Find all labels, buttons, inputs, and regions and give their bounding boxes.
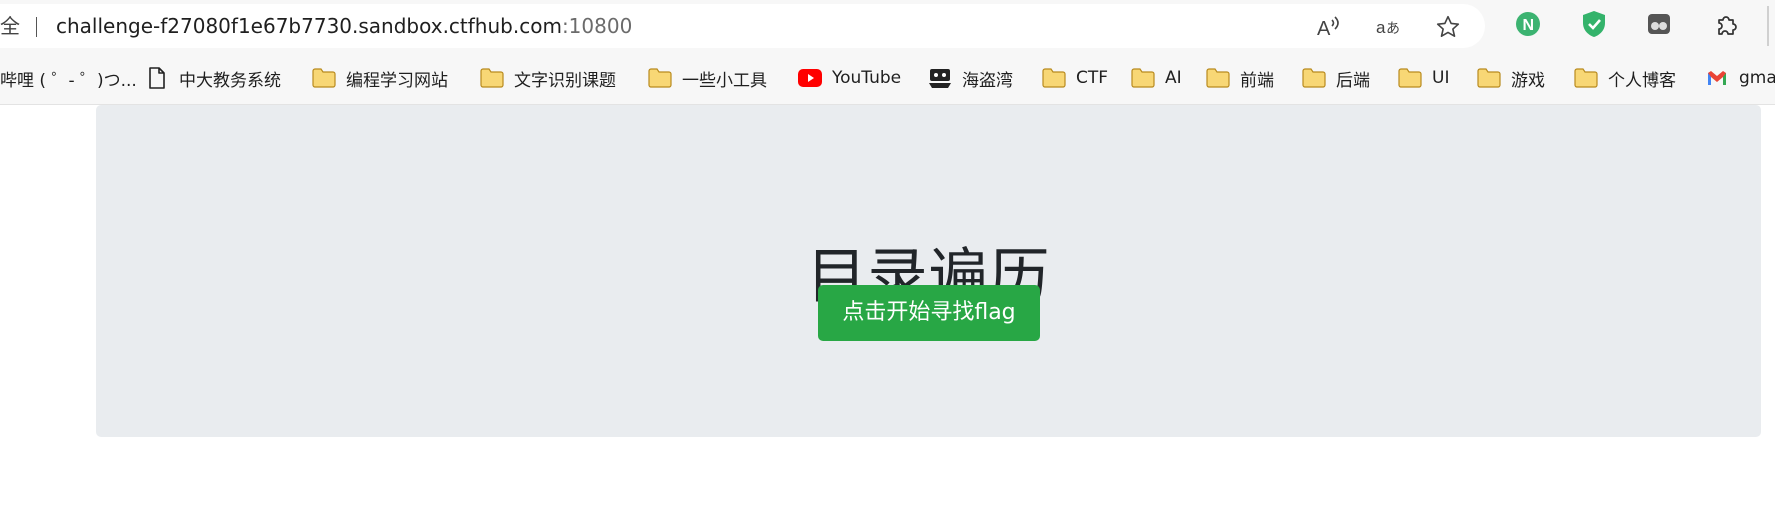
folder-icon [1477, 66, 1501, 90]
url-host: challenge-f27080f1e67b7730.sandbox.ctfhu… [56, 14, 562, 38]
svg-text:N: N [1523, 17, 1535, 34]
bookmark-folder-games[interactable]: 游戏 [1477, 52, 1545, 104]
bookmark-label: CTF [1076, 68, 1109, 88]
favorite-star-icon[interactable] [1433, 12, 1463, 42]
bookmark-label: 前端 [1240, 70, 1274, 91]
svg-text:あ: あ [1386, 21, 1400, 37]
bookmark-label: 哔哩 ( ゜- ゜)つ... [0, 70, 137, 91]
bookmark-folder-ocr[interactable]: 文字识别课题 [480, 52, 616, 104]
extension-app-icon[interactable] [1645, 10, 1673, 38]
toolbar-edge [1767, 6, 1769, 46]
folder-icon [312, 66, 336, 90]
folder-icon [1042, 66, 1066, 90]
svg-text:A: A [1317, 18, 1331, 40]
folder-icon [1398, 66, 1422, 90]
extension-n-icon[interactable]: N [1514, 10, 1542, 38]
bookmark-folder-frontend[interactable]: 前端 [1206, 52, 1274, 104]
bookmark-piratebay[interactable]: 海盗湾 [928, 52, 1013, 104]
translate-icon[interactable]: a あ [1374, 12, 1404, 42]
bookmark-label: 中大教务系统 [179, 70, 281, 91]
bookmark-folder-backend[interactable]: 后端 [1302, 52, 1370, 104]
gmail-icon [1705, 66, 1729, 90]
folder-icon [1206, 66, 1230, 90]
address-divider [36, 17, 37, 37]
bookmark-bilibili[interactable]: 哔哩 ( ゜- ゜)つ... [0, 52, 137, 104]
bookmark-label: gma [1739, 68, 1775, 88]
svg-text:a: a [1376, 18, 1386, 37]
page-icon [145, 66, 169, 90]
extensions-puzzle-icon[interactable] [1713, 10, 1741, 38]
bookmark-folder-ui[interactable]: UI [1398, 52, 1449, 104]
bookmark-sysu-jwxt[interactable]: 中大教务系统 [145, 52, 281, 104]
bookmark-label: 个人博客 [1608, 70, 1676, 91]
site-security-label[interactable]: 全 [0, 14, 20, 38]
folder-icon [1302, 66, 1326, 90]
jumbotron-panel: 目录遍历 点击开始寻找flag [96, 105, 1761, 437]
bookmarks-bar: 哔哩 ( ゜- ゜)つ... 中大教务系统 编程学习网站 文字识别课题 一些小工… [0, 52, 1775, 105]
folder-icon [648, 66, 672, 90]
youtube-icon [798, 66, 822, 90]
address-bar[interactable]: 全 challenge-f27080f1e67b7730.sandbox.ctf… [0, 4, 1485, 48]
folder-icon [1574, 66, 1598, 90]
bookmark-label: 文字识别课题 [514, 70, 616, 91]
pirate-ship-icon [928, 66, 952, 90]
bookmark-label: 后端 [1336, 70, 1370, 91]
bookmark-folder-blog[interactable]: 个人博客 [1574, 52, 1676, 104]
bookmark-youtube[interactable]: YouTube [798, 52, 901, 104]
folder-icon [480, 66, 504, 90]
bookmark-label: AI [1165, 68, 1182, 88]
bookmark-label: 一些小工具 [682, 70, 767, 91]
url-port: :10800 [561, 14, 633, 38]
url-text[interactable]: challenge-f27080f1e67b7730.sandbox.ctfhu… [56, 14, 632, 38]
bookmark-label: 编程学习网站 [346, 70, 448, 91]
bookmark-label: YouTube [832, 68, 902, 88]
bookmark-folder-tools[interactable]: 一些小工具 [648, 52, 767, 104]
bookmark-folder-ctf[interactable]: CTF [1042, 52, 1108, 104]
bookmark-label: 海盗湾 [962, 70, 1013, 91]
bookmark-folder-ai[interactable]: AI [1131, 52, 1182, 104]
bookmark-gmail[interactable]: gma [1705, 52, 1775, 104]
browser-toolbar: 全 challenge-f27080f1e67b7730.sandbox.ctf… [0, 0, 1775, 52]
bookmark-folder-coding[interactable]: 编程学习网站 [312, 52, 448, 104]
start-find-flag-button[interactable]: 点击开始寻找flag [818, 285, 1040, 341]
extension-shield-icon[interactable] [1580, 10, 1608, 38]
bookmark-label: 游戏 [1511, 70, 1545, 91]
bookmark-label: UI [1432, 68, 1450, 88]
folder-icon [1131, 66, 1155, 90]
read-aloud-icon[interactable]: A [1313, 12, 1343, 42]
